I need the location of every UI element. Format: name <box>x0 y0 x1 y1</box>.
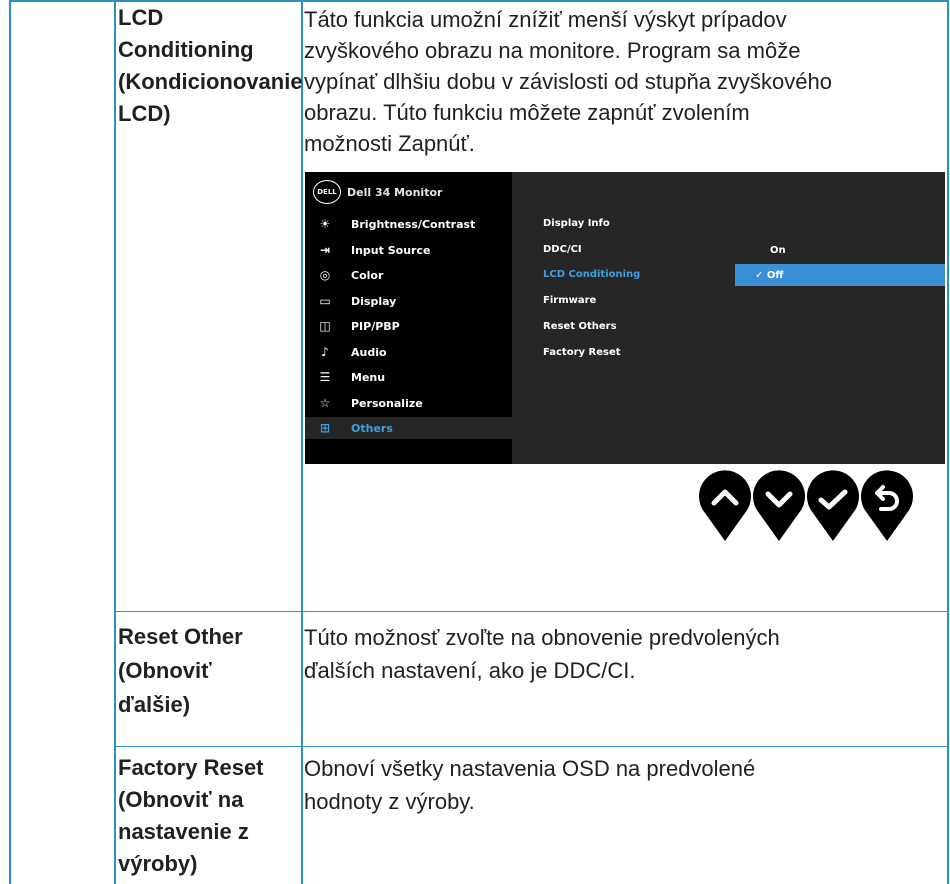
input-source-icon: ⇥ <box>319 243 331 257</box>
osd-menu-screenshot: DELL Dell 34 Monitor ☀ Brightness/Contras… <box>305 172 945 464</box>
osd-submenu-ddc-ci: DDC/CI <box>543 244 582 255</box>
audio-icon: ♪ <box>321 345 329 359</box>
menu-icon: ☰ <box>319 370 331 384</box>
row-divider-1 <box>114 611 949 612</box>
check-icon <box>807 470 859 541</box>
osd-menu-pip-pbp: ◫ PIP/PBP <box>305 315 512 337</box>
display-icon: ▭ <box>319 294 331 308</box>
row-desc-reset-other: Túto možnosť zvoľte na obnovenie predvol… <box>304 625 780 683</box>
osd-menu-color: ◎ Color <box>305 264 512 286</box>
up-icon <box>699 470 751 541</box>
row-label-reset-other: Reset Other (Obnoviť ďalšie) <box>118 624 243 717</box>
star-icon: ☆ <box>319 396 331 410</box>
osd-submenu-factory-reset: Factory Reset <box>543 347 621 358</box>
osd-menu-display: ▭ Display <box>305 290 512 312</box>
osd-submenu-panel <box>512 172 945 464</box>
osd-menu-others: ⊞ Others <box>305 417 512 439</box>
table-border-left <box>9 0 11 884</box>
osd-header: DELL Dell 34 Monitor <box>313 180 442 204</box>
row-label-factory-reset: Factory Reset (Obnoviť na nastavenie z v… <box>118 755 264 876</box>
osd-submenu-reset-others: Reset Others <box>543 321 617 332</box>
row-desc-lcd-conditioning: Táto funkcia umožní znížiť menší výskyt … <box>304 7 832 156</box>
osd-menu-audio: ♪ Audio <box>305 341 512 363</box>
back-icon <box>861 470 913 541</box>
brightness-icon: ☀ <box>319 217 331 231</box>
osd-menu-brightness-contrast: ☀ Brightness/Contrast <box>305 213 512 235</box>
osd-menu-input-source: ⇥ Input Source <box>305 239 512 261</box>
osd-menu-personalize: ☆ Personalize <box>305 392 512 414</box>
osd-option-on: On <box>770 244 786 256</box>
osd-option-off-selected: ✓ Off <box>735 264 945 286</box>
table-border-label-col <box>114 0 116 884</box>
osd-submenu-display-info: Display Info <box>543 218 610 229</box>
osd-menu-menu: ☰ Menu <box>305 366 512 388</box>
osd-submenu-firmware: Firmware <box>543 295 597 306</box>
osd-title: Dell 34 Monitor <box>347 185 443 199</box>
pip-pbp-icon: ◫ <box>319 319 331 333</box>
row-divider-2 <box>114 746 949 747</box>
others-icon: ⊞ <box>319 421 331 435</box>
dell-logo: DELL <box>313 180 341 204</box>
color-palette-icon: ◎ <box>319 268 331 282</box>
osd-submenu-lcd-conditioning: LCD Conditioning <box>543 269 641 280</box>
row-desc-factory-reset: Obnoví všetky nastavenia OSD na predvole… <box>304 756 756 814</box>
row-label-lcd-conditioning: LCD Conditioning (Kondicionovanie LCD) <box>118 5 303 126</box>
table-border-desc-col <box>301 0 303 884</box>
down-icon <box>753 470 805 541</box>
